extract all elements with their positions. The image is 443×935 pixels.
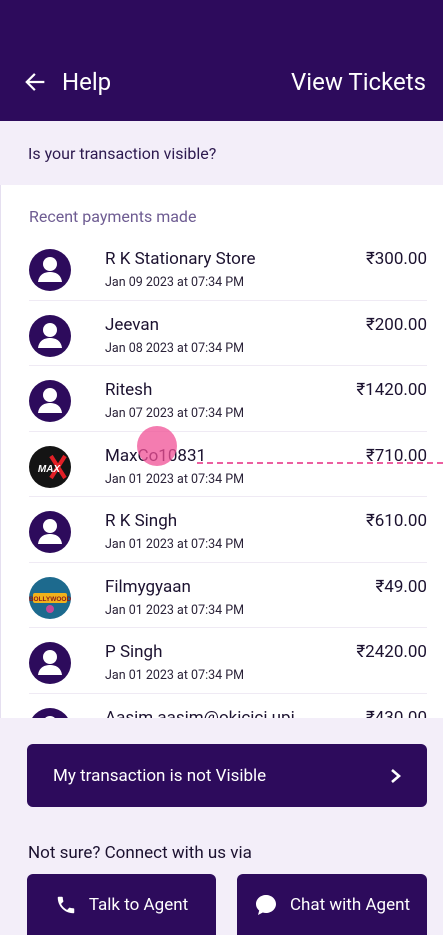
person-avatar <box>29 511 71 553</box>
person-icon <box>38 257 62 282</box>
payment-row[interactable]: MAXMaxCo10831Jan 01 2023 at 07:34 PM₹710… <box>29 432 427 497</box>
chat-bubble-icon <box>255 894 276 915</box>
payment-date: Jan 01 2023 at 07:34 PM <box>105 668 245 683</box>
payee-name: P Singh <box>105 642 163 662</box>
person-icon <box>38 388 62 413</box>
chat-with-agent-label: Chat with Agent <box>289 894 411 915</box>
person-avatar <box>29 380 71 422</box>
payment-amount: ₹300.00 <box>365 249 427 269</box>
app-header: Help View Tickets <box>0 0 443 121</box>
payment-amount: ₹610.00 <box>365 511 427 531</box>
person-avatar <box>29 314 71 357</box>
payment-row[interactable]: R K Singh Jan 01 2023 at 07:34 PM ₹610.00 <box>29 497 427 563</box>
payment-row[interactable]: BOLLYWOOD Filmygyaan Jan 01 2023 at 07:34 … <box>29 563 428 628</box>
payee-name: Ritesh <box>105 380 153 400</box>
max-logo: MAX <box>29 445 71 488</box>
payee-name: R K Stationary Store <box>105 249 256 269</box>
recent-payments-title: Recent payments made <box>29 207 197 226</box>
recent-payments-panel: Recent payments made R K Stationary Stor… <box>0 185 443 718</box>
recent-payments-list[interactable]: R K Stationary Store Jan 09 2023 at 07:34… <box>1 235 443 718</box>
transaction-not-visible-button[interactable]: My transaction is not Visible <box>27 744 427 807</box>
swipe-trail <box>197 462 443 464</box>
bollywood-logo: BOLLYWOOD <box>29 576 71 619</box>
page-title: Help <box>62 68 112 96</box>
payee-name: Aasim aasim@okicici upi <box>105 707 295 719</box>
payee-name: R K Singh <box>105 511 178 531</box>
person-icon <box>38 322 62 348</box>
bollywood-logo-text: BOLLYWOOD <box>29 596 71 603</box>
connect-label: Not sure? Connect with us via <box>28 843 252 863</box>
payment-amount: ₹430.00 <box>365 707 427 719</box>
payment-date: Jan 09 2023 at 07:34 PM <box>105 275 245 290</box>
payment-amount: ₹49.00 <box>375 576 428 597</box>
talk-to-agent-button[interactable]: Talk to Agent <box>27 874 216 935</box>
transaction-visible-prompt: Is your transaction visible? <box>0 121 443 185</box>
touch-indicator <box>137 426 177 466</box>
payment-date: Jan 01 2023 at 07:34 PM <box>105 471 245 487</box>
payee-name: Jeevan <box>105 314 160 335</box>
person-avatar <box>29 707 71 718</box>
max-logo-text: MAX <box>38 464 62 475</box>
payment-date: Jan 08 2023 at 07:34 PM <box>105 340 245 356</box>
payment-row[interactable]: P Singh Jan 01 2023 at 07:34 PM ₹2420.00 <box>29 628 427 694</box>
payment-date: Jan 01 2023 at 07:34 PM <box>105 602 245 618</box>
person-avatar <box>29 249 71 291</box>
arrow-left-icon <box>25 73 45 91</box>
payee-name: Filmygyaan <box>105 576 191 597</box>
payment-row[interactable]: R K Stationary Store Jan 09 2023 at 07:34… <box>29 235 427 301</box>
talk-to-agent-label: Talk to Agent <box>88 894 189 915</box>
back-button[interactable]: Help <box>24 62 111 102</box>
payment-amount: ₹1420.00 <box>356 380 427 400</box>
payment-date: Jan 01 2023 at 07:34 PM <box>105 537 245 552</box>
payment-date: Jan 07 2023 at 07:34 PM <box>105 406 245 421</box>
chevron-right-icon <box>391 768 401 783</box>
chat-with-agent-button[interactable]: Chat with Agent <box>237 874 427 935</box>
payment-amount: ₹200.00 <box>365 314 427 335</box>
payment-row[interactable]: Aasim aasim@okicici upiJan 01 2023 at 07… <box>29 694 427 719</box>
person-icon <box>44 715 56 718</box>
person-avatar <box>29 642 71 684</box>
person-icon <box>38 650 62 675</box>
phone-icon <box>57 896 75 913</box>
payment-row[interactable]: Ritesh Jan 07 2023 at 07:34 PM ₹1420.00 <box>29 366 427 432</box>
payment-amount: ₹2420.00 <box>356 642 427 662</box>
payment-row[interactable]: Jeevan Jan 08 2023 at 07:34 PM ₹200.00 <box>29 301 427 366</box>
view-tickets-link[interactable]: View Tickets <box>291 62 426 102</box>
person-icon <box>38 519 62 544</box>
not-visible-label: My transaction is not Visible <box>53 765 267 786</box>
